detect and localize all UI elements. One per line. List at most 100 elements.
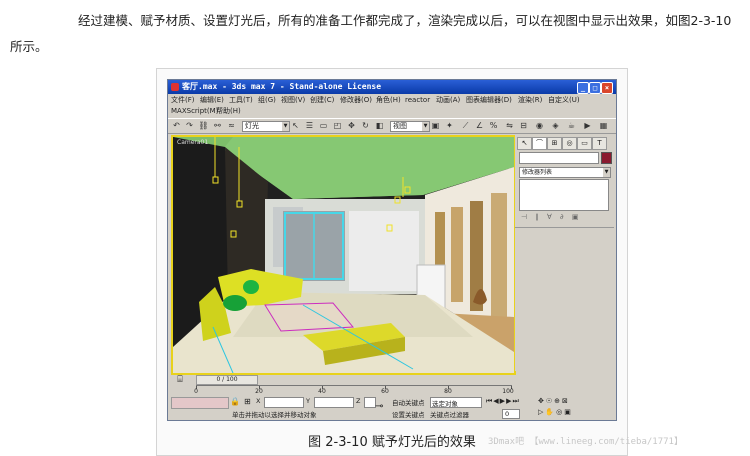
menu-edit[interactable]: 编辑(E) [200, 95, 224, 106]
stack-controls[interactable]: ⊣ ∥ ∀ ∂ ▣ [521, 213, 582, 221]
reference-coordinate-combo[interactable]: 视图 ▼ [390, 121, 430, 132]
menu-create[interactable]: 创建(C) [310, 95, 334, 106]
window-title: 客厅.max - 3ds max 7 - Stand-alone License [182, 82, 382, 91]
y-coord-field[interactable] [314, 397, 354, 408]
tick-label: 40 [318, 388, 326, 395]
align-icon[interactable]: ⊟ [518, 121, 529, 131]
close-button[interactable]: × [601, 82, 613, 94]
create-tab-icon[interactable]: ↖ [517, 137, 532, 150]
playback-controls[interactable]: ⏮◀▶▶⏭ [486, 397, 520, 406]
select-move-icon[interactable]: ✥ [346, 121, 357, 131]
snap-icon[interactable]: ⟋ [460, 121, 471, 131]
material-editor-icon[interactable]: ◉ [534, 121, 545, 131]
unlink-icon[interactable]: ⚯ [212, 121, 223, 131]
select-rotate-icon[interactable]: ↻ [360, 121, 371, 131]
quick-render-icon[interactable]: ☕ [566, 121, 577, 131]
x-coord-field[interactable] [264, 397, 304, 408]
object-name-field[interactable] [519, 152, 599, 164]
bind-icon[interactable]: ≈ [226, 121, 237, 131]
selected-combo-value: 选定对象 [432, 400, 458, 408]
display-tab-icon[interactable]: ▭ [577, 137, 592, 150]
undo-icon[interactable]: ↶ [171, 121, 182, 131]
menu-modifiers[interactable]: 修改器(O) [340, 95, 372, 106]
menu-views[interactable]: 视图(V) [281, 95, 305, 106]
hierarchy-tab-icon[interactable]: ⊞ [547, 137, 562, 150]
render-type-icon[interactable]: ▦ [598, 121, 609, 131]
select-by-name-icon[interactable]: ☰ [304, 121, 315, 131]
render-setup-icon[interactable]: ◈ [550, 121, 561, 131]
current-frame-field[interactable]: 0 [502, 409, 520, 419]
menu-character[interactable]: 角色(H) [376, 95, 401, 106]
select-icon[interactable]: ↖ [290, 121, 301, 131]
select-scale-icon[interactable]: ◧ [374, 121, 385, 131]
track-bar-ruler[interactable]: 0 20 40 60 80 100 [194, 385, 514, 395]
command-panel: ↖ ⌒ ⊞ ◎ ▭ T 修改器列表 ▼ ⊣ ∥ ∀ ∂ ▣ [515, 135, 614, 371]
set-key-button[interactable]: 设置关键点 [392, 409, 425, 419]
chevron-down-icon: ▼ [603, 168, 610, 177]
menu-bar: 文件(F) 编辑(E) 工具(T) 组(G) 视图(V) 创建(C) 修改器(O… [168, 95, 616, 106]
tick-label: 100 [502, 388, 514, 395]
max-window: 客厅.max - 3ds max 7 - Stand-alone License… [167, 79, 617, 421]
maxscript-listener[interactable] [171, 397, 229, 409]
rectangle-select-icon[interactable]: ▭ [318, 121, 329, 131]
manipulate-icon[interactable]: ✦ [444, 121, 455, 131]
menu-file[interactable]: 文件(F) [171, 95, 195, 106]
menu-reactor[interactable]: reactor [405, 95, 430, 106]
lock-selection-icon[interactable]: 🔒 [230, 397, 240, 407]
time-slider[interactable]: 0 / 100 [196, 375, 258, 385]
redo-icon[interactable]: ↷ [184, 121, 195, 131]
auto-key-button[interactable]: 自动关键点 [392, 397, 425, 407]
selection-filter-combo[interactable]: 灯光 ▼ [242, 121, 290, 132]
angle-snap-icon[interactable]: ∠ [474, 121, 485, 131]
render-last-icon[interactable]: ▶ [582, 121, 593, 131]
menu-rendering[interactable]: 渲染(R) [518, 95, 542, 106]
body-paragraph: 经过建模、赋予材质、设置灯光后，所有的准备工作都完成了，渲染完成以后，可以在视图… [10, 13, 732, 54]
modifier-stack[interactable] [519, 179, 609, 211]
chevron-down-icon: ▼ [282, 122, 289, 131]
modify-tab-icon[interactable]: ⌒ [532, 137, 547, 150]
tick-label: 80 [444, 388, 452, 395]
selection-filter-value: 灯光 [245, 122, 259, 130]
maximize-button[interactable]: □ [589, 82, 601, 94]
key-filters-button[interactable]: 关键点过滤器 [430, 409, 469, 419]
selected-combo[interactable]: 选定对象 [430, 397, 482, 408]
y-coord-label: Y [306, 397, 310, 405]
modifier-list-label: 修改器列表 [522, 169, 553, 176]
chevron-down-icon: ▼ [422, 122, 429, 131]
menu-animation[interactable]: 动画(A) [436, 95, 460, 106]
x-coord-label: X [256, 397, 261, 405]
percent-snap-icon[interactable]: % [488, 121, 499, 131]
menu-tools[interactable]: 工具(T) [229, 95, 253, 106]
link-icon[interactable]: ⛓ [198, 121, 209, 131]
title-bar: 客厅.max - 3ds max 7 - Stand-alone License… [168, 80, 616, 94]
watermark: 3Dmax吧 【www.lineeg.com/tieba/1771】 [488, 437, 683, 447]
mirror-icon[interactable]: ⇋ [504, 121, 515, 131]
main-toolbar: ↶ ↷ ⛓ ⚯ ≈ 灯光 ▼ ↖ ☰ ▭ ◰ ✥ ↻ ◧ 视图 ▼ ▣ ✦ ⟋ … [168, 118, 616, 134]
key-mode-icon[interactable]: ⊸ [375, 401, 383, 412]
modifier-list-dropdown[interactable]: 修改器列表 ▼ [519, 167, 611, 178]
menu-maxscript[interactable]: MAXScript(M) [171, 106, 218, 117]
pivot-icon[interactable]: ▣ [430, 121, 441, 131]
absolute-mode-icon[interactable]: ⊞ [244, 397, 253, 407]
current-frame-value: 0 [505, 410, 510, 418]
viewport-navigation-icons-row2[interactable]: ▷✋◎▣ [538, 408, 573, 416]
motion-tab-icon[interactable]: ◎ [562, 137, 577, 150]
menu-graph-editors[interactable]: 图表编辑器(D) [466, 95, 512, 106]
window-crossing-icon[interactable]: ◰ [332, 121, 343, 131]
figure-frame: 客厅.max - 3ds max 7 - Stand-alone License… [156, 68, 628, 456]
menu-help[interactable]: 帮助(H) [216, 106, 241, 117]
camera-viewport[interactable]: Camera01 [171, 135, 516, 375]
menu-group[interactable]: 组(G) [258, 95, 276, 106]
track-bar-icon[interactable]: ⌸ [172, 375, 188, 391]
menu-customize[interactable]: 自定义(U) [548, 95, 580, 106]
minimize-button[interactable]: _ [577, 82, 589, 94]
z-coord-label: Z [356, 397, 361, 405]
tick-label: 60 [381, 388, 389, 395]
object-color-swatch[interactable] [601, 152, 612, 164]
time-slider-frame: 0 / 100 [216, 376, 238, 383]
viewport-navigation-icons[interactable]: ✥☉⊕⊠ [538, 397, 570, 405]
rendered-living-room [173, 137, 514, 373]
status-prompt: 单击并拖动以选择并移动对象 [232, 411, 317, 419]
command-panel-tabs: ↖ ⌒ ⊞ ◎ ▭ T [517, 137, 612, 150]
utilities-tab-icon[interactable]: T [592, 137, 607, 150]
